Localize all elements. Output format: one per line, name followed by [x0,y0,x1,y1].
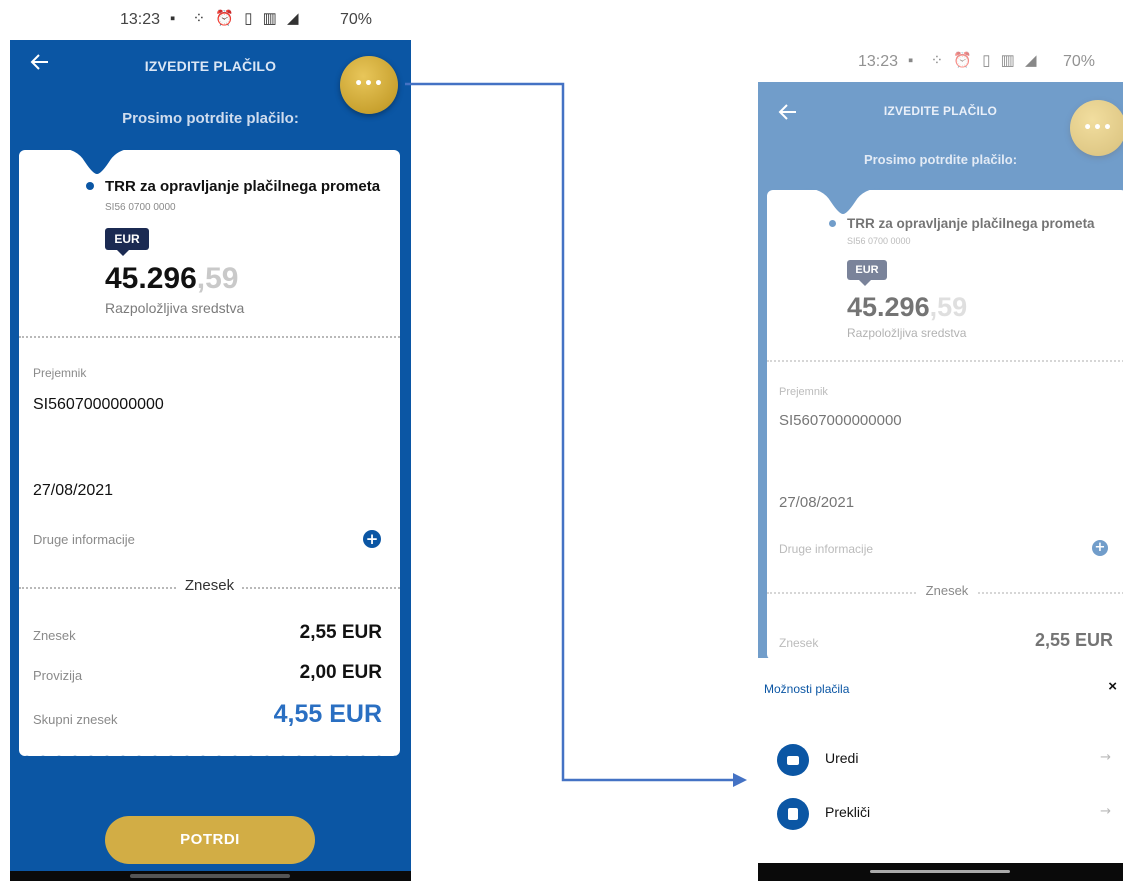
balance-amount: 45.296,59 [105,262,239,295]
status-icons: ▪ ⁘ ⏰ ▯ ▥ ◢ [170,10,302,27]
option-edit[interactable]: Uredi → [758,740,1123,780]
wallet-icon [777,744,809,776]
card-notch [57,148,137,174]
payment-options-sheet: Možnosti plačila × Uredi → Prekliči → [758,658,1123,881]
modal-scrim[interactable] [758,42,1123,658]
left-phone-screen: 13:23 ▪ ⁘ ⏰ ▯ ▥ ◢ 70% IZVEDITE PLAČILO •… [10,0,411,881]
more-options-button[interactable]: ••• [340,56,398,114]
status-time: 13:23 [120,11,161,28]
fee-value: 2,00 EUR [299,662,382,683]
divider [19,336,400,338]
option-cancel[interactable]: Prekliči → [758,794,1123,834]
amount-section-title: Znesek [19,577,400,594]
card-scallop-edge [19,750,400,762]
currency-badge: EUR [105,228,149,256]
fee-label: Provizija [33,668,83,683]
recipient-value: SI5607000000000 [33,396,164,413]
confirm-button[interactable]: POTRDI [105,816,315,864]
home-indicator[interactable] [870,870,1010,873]
account-iban: SI56 0700 0000 [105,202,176,213]
balance-label: Razpoložljiva sredstva [105,300,245,316]
ellipsis-icon: ••• [354,76,384,92]
option-label: Uredi [825,750,859,766]
payment-date: 27/08/2021 [33,482,114,499]
right-phone-screen: 13:23 ▪ ⁘ ⏰ ▯ ▥ ◢ 70% IZVEDITE PLAČILO •… [758,42,1123,881]
trash-icon [777,798,809,830]
sheet-title: Možnosti plačila [764,682,850,696]
page-subtitle: Prosimo potrdite plačilo: [122,110,299,127]
amount-value: 2,55 EUR [299,622,382,643]
total-value: 4,55 EUR [273,700,382,728]
arrow-right-icon: → [1100,750,1111,765]
total-label: Skupni znesek [33,712,118,727]
option-label: Prekliči [825,804,871,820]
status-battery: 70% [340,11,373,28]
payment-card: TRR za opravljanje plačilnega prometa SI… [19,148,400,762]
arrow-right-icon: → [1100,804,1111,819]
home-indicator[interactable] [130,874,290,878]
system-nav-bar [758,863,1123,881]
recipient-label: Prejemnik [33,366,87,380]
status-bar: 13:23 ▪ ⁘ ⏰ ▯ ▥ ◢ 70% [10,0,411,40]
account-bullet [86,182,94,190]
other-info-label: Druge informacije [33,532,135,547]
close-icon[interactable]: × [1108,678,1117,695]
amount-label: Znesek [33,628,76,643]
account-name: TRR za opravljanje plačilnega prometa [105,178,381,195]
plus-circle-icon[interactable]: + [363,530,381,548]
system-nav-bar [10,871,411,881]
